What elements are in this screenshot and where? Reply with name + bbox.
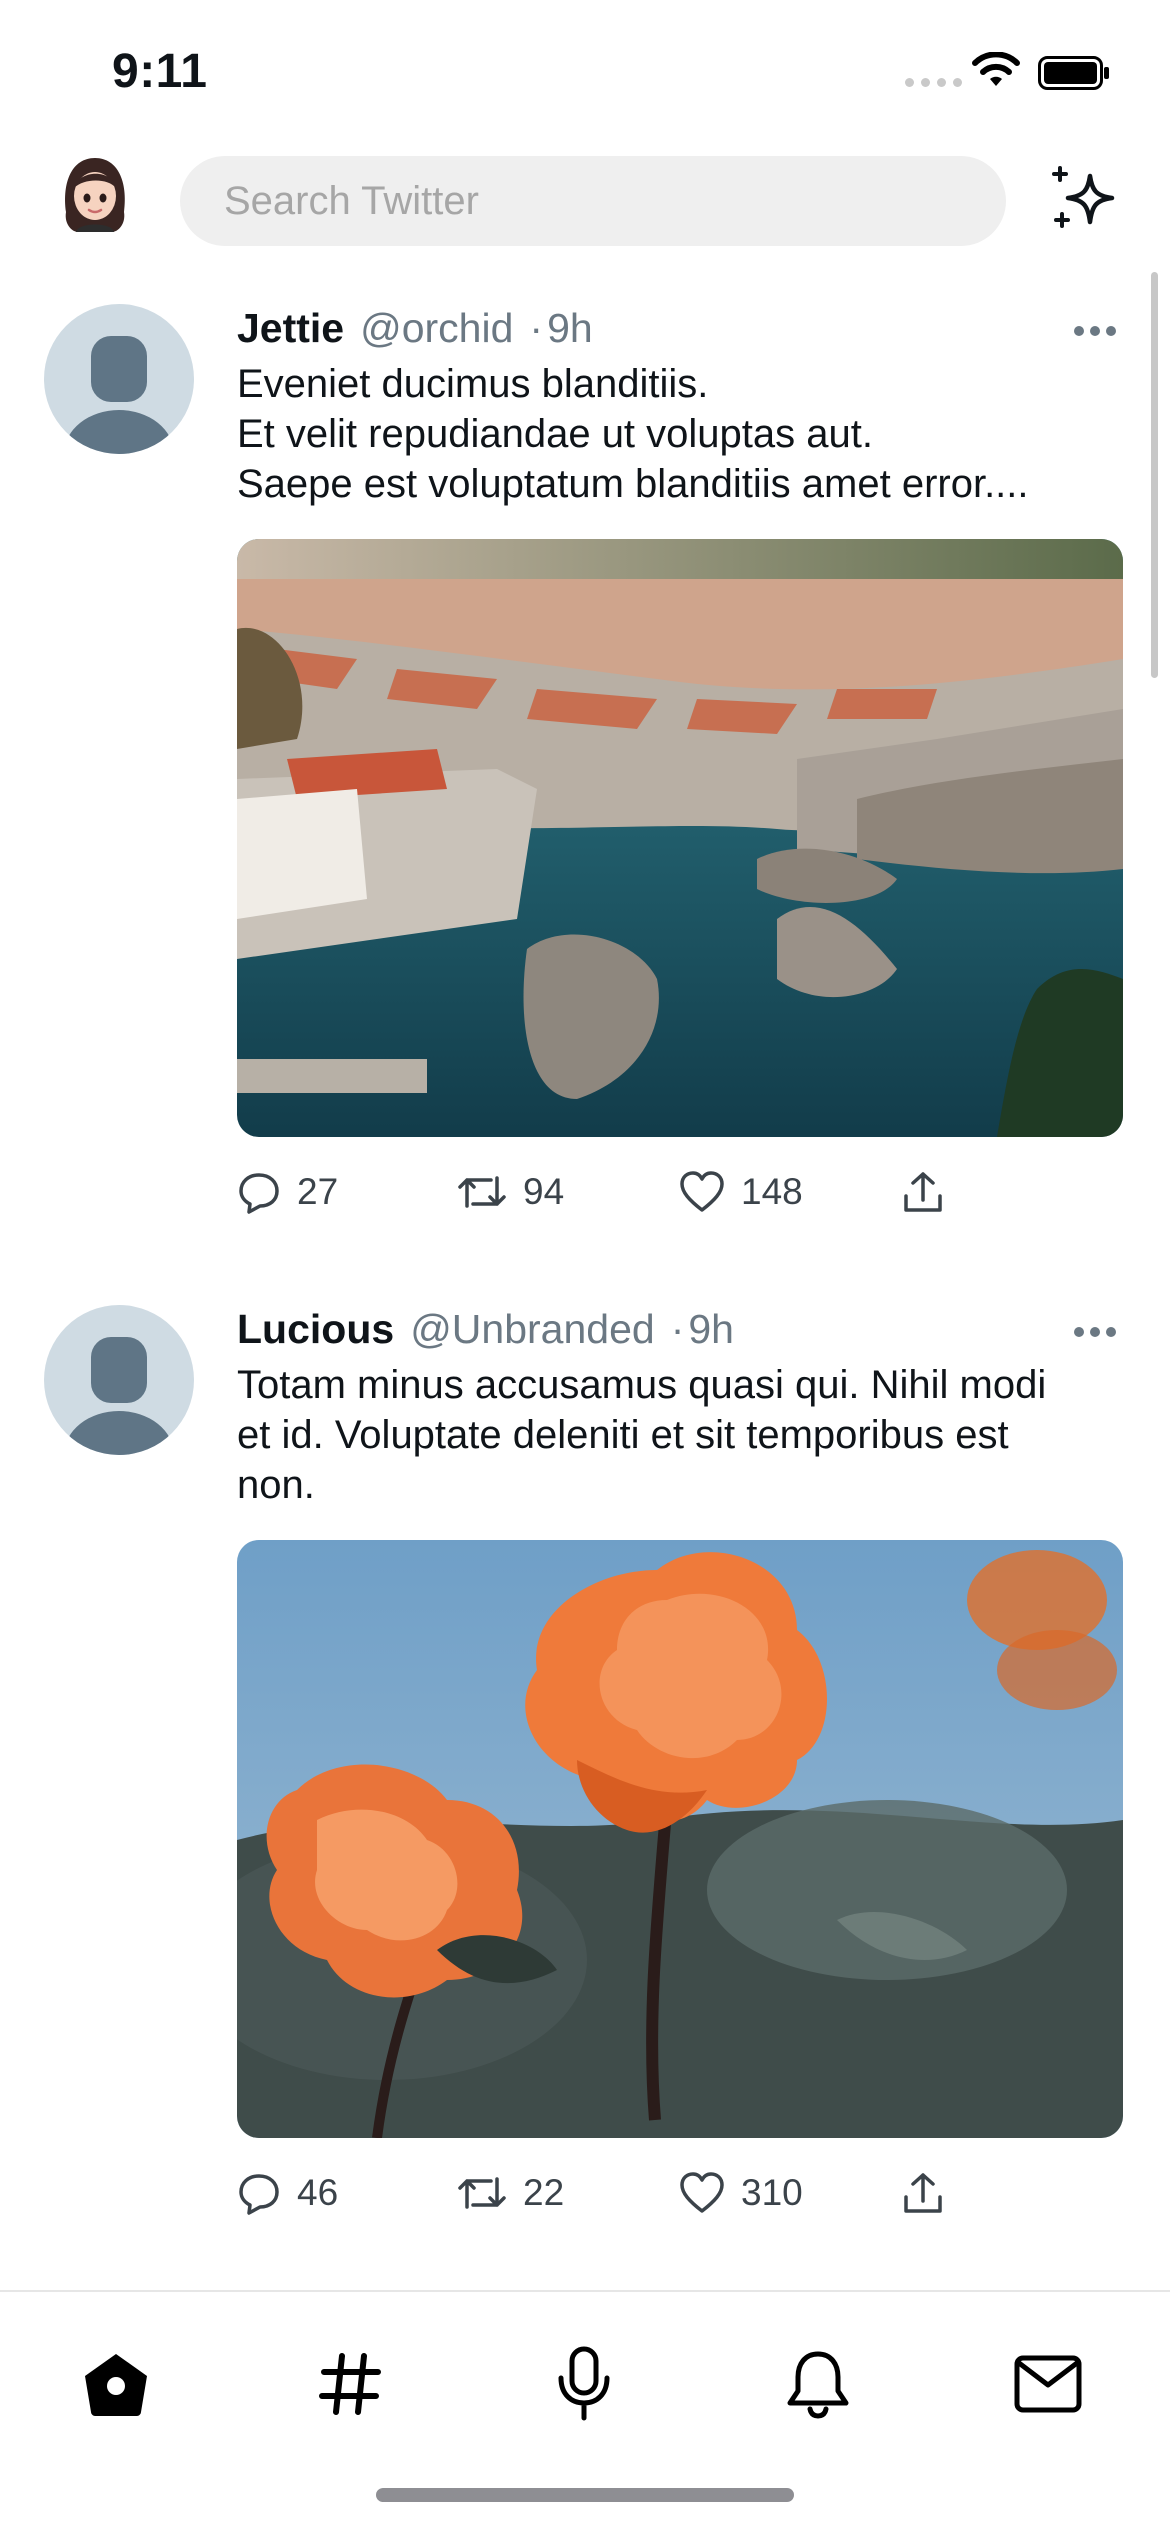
home-indicator[interactable] <box>376 2488 794 2502</box>
share-button[interactable] <box>901 1162 945 1222</box>
reply-icon <box>239 2174 279 2215</box>
microphone-icon <box>558 2346 610 2421</box>
profile-avatar-icon[interactable] <box>52 152 138 238</box>
sparkle-icon[interactable] <box>1050 164 1120 234</box>
tweet-text-line: Et velit repudiandae ut voluptas aut. <box>237 412 873 456</box>
search-bar[interactable]: Search Twitter <box>180 156 1006 246</box>
orange-roses-photo[interactable] <box>237 1540 1123 2138</box>
reply-button[interactable]: 46 <box>237 2163 338 2223</box>
wifi-icon <box>972 52 1020 86</box>
reply-count: 46 <box>297 2172 339 2213</box>
bell-icon <box>787 2351 849 2419</box>
user-handle[interactable]: @orchid <box>360 305 513 352</box>
share-button[interactable] <box>901 2163 945 2223</box>
like-button[interactable]: 148 <box>679 1162 803 1222</box>
tweet-text: Eveniet ducimus blanditiis. Et velit rep… <box>237 359 1137 509</box>
user-name[interactable]: Lucious <box>237 1306 394 1353</box>
reply-count: 27 <box>297 1171 339 1212</box>
like-button[interactable]: 310 <box>679 2163 803 2223</box>
scrollbar[interactable] <box>1151 272 1158 678</box>
like-count: 310 <box>741 2172 803 2213</box>
retweet-button[interactable]: 22 <box>457 2163 564 2223</box>
tweet-actions: 27 94 148 <box>237 1162 1137 1222</box>
orange-roses-image <box>237 1540 1123 2138</box>
separator-dot: · <box>670 1306 685 1352</box>
tab-home[interactable] <box>76 2344 156 2424</box>
tab-spaces[interactable] <box>544 2344 624 2424</box>
tweet-avatar[interactable] <box>44 304 194 454</box>
cellular-signal-icon <box>905 78 962 87</box>
battery-icon <box>1038 56 1109 90</box>
user-name[interactable]: Jettie <box>237 305 344 352</box>
search-placeholder: Search Twitter <box>224 178 479 223</box>
more-options-icon[interactable] <box>1074 1327 1118 1341</box>
tweet-text-line: Eveniet ducimus blanditiis. <box>237 362 709 406</box>
tweet-header: Lucious @Unbranded · 9h <box>237 1306 734 1356</box>
home-icon <box>85 2354 147 2416</box>
reply-icon <box>239 1173 279 1214</box>
heart-icon <box>680 2172 724 2213</box>
share-icon <box>904 2173 942 2213</box>
more-options-icon[interactable] <box>1074 326 1118 340</box>
retweet-count: 94 <box>523 1171 565 1212</box>
tweet-time: 9h <box>688 1306 734 1352</box>
retweet-icon <box>458 2177 506 2209</box>
reply-button[interactable]: 27 <box>237 1162 338 1222</box>
tab-explore[interactable] <box>310 2344 390 2424</box>
user-handle[interactable]: @Unbranded <box>410 1306 655 1353</box>
tweet-text-line: non. <box>237 1463 315 1507</box>
share-icon <box>904 1172 942 1212</box>
like-count: 148 <box>741 1171 803 1212</box>
retweet-icon <box>458 1176 506 1208</box>
tweet-header: Jettie @orchid · 9h <box>237 305 593 355</box>
tweet-avatar[interactable] <box>44 1305 194 1455</box>
tweet-text-line: Totam minus accusamus quasi qui. Nihil m… <box>237 1363 1047 1407</box>
default-avatar-icon <box>64 1337 174 1455</box>
mail-icon <box>1014 2355 1082 2413</box>
coastal-town-photo[interactable] <box>237 539 1123 1137</box>
default-avatar-icon <box>64 336 174 454</box>
separator-dot: · <box>529 305 544 351</box>
status-time: 9:11 <box>112 45 208 98</box>
tweet-text: Totam minus accusamus quasi qui. Nihil m… <box>237 1360 1137 1510</box>
status-bar: 9:11 <box>0 0 1170 140</box>
tab-notifications[interactable] <box>778 2344 858 2424</box>
tweet-text-line: et id. Voluptate deleniti et sit tempori… <box>237 1413 1009 1457</box>
retweet-count: 22 <box>523 2172 565 2213</box>
tab-messages[interactable] <box>1008 2344 1088 2424</box>
tweet-actions: 46 22 310 <box>237 2163 1137 2223</box>
tweet-time: 9h <box>547 305 593 351</box>
tweet-text-line: Saepe est voluptatum blanditiis amet err… <box>237 462 1029 506</box>
hashtag-icon <box>319 2353 381 2415</box>
heart-icon <box>680 1171 724 1212</box>
coastal-town-image <box>237 539 1123 1137</box>
retweet-button[interactable]: 94 <box>457 1162 564 1222</box>
